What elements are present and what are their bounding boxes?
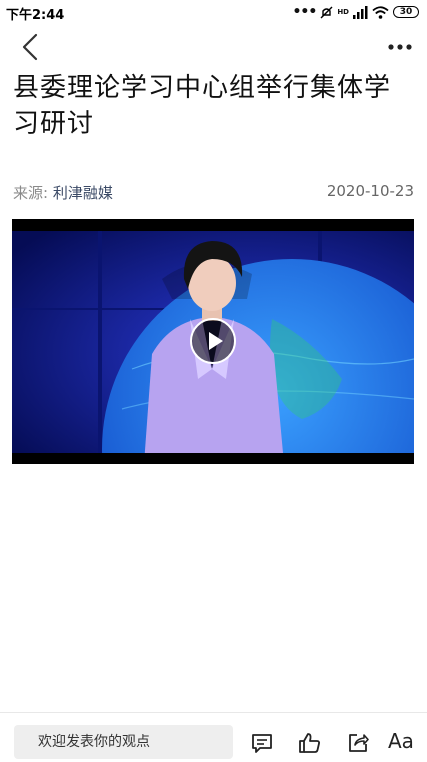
wifi-icon xyxy=(372,5,389,19)
comment-input[interactable] xyxy=(14,725,233,759)
source-name: 利津融媒 xyxy=(52,184,113,202)
publish-date: 2020-10-23 xyxy=(326,182,414,200)
chevron-left-icon[interactable] xyxy=(16,30,46,64)
share-icon[interactable] xyxy=(346,731,370,755)
status-time: 下午2:44 xyxy=(6,8,65,23)
article-title: 县委理论学习中心组举行集体学习研讨 xyxy=(13,73,392,139)
status-icons: ••• HD 30 xyxy=(292,3,419,21)
font-size-button[interactable]: Aa xyxy=(388,729,414,753)
top-navigation xyxy=(0,28,427,68)
comment-bar: Aa xyxy=(0,712,427,762)
play-icon[interactable] xyxy=(190,318,236,364)
more-notifications-icon: ••• xyxy=(292,4,317,20)
video-player[interactable] xyxy=(12,219,414,464)
status-bar: 下午2:44 ••• HD 30 xyxy=(0,0,427,26)
article-meta: 来源: 利津融媒 2020-10-23 xyxy=(13,182,414,204)
signal-icon xyxy=(353,5,368,19)
comment-icon[interactable] xyxy=(250,731,274,755)
mute-icon xyxy=(320,6,333,18)
source-label: 来源: xyxy=(13,184,49,202)
battery-indicator: 30 xyxy=(393,6,419,18)
network-badge: HD xyxy=(337,7,349,16)
thumbs-up-icon[interactable] xyxy=(298,731,322,755)
more-dots-icon[interactable] xyxy=(385,34,415,60)
